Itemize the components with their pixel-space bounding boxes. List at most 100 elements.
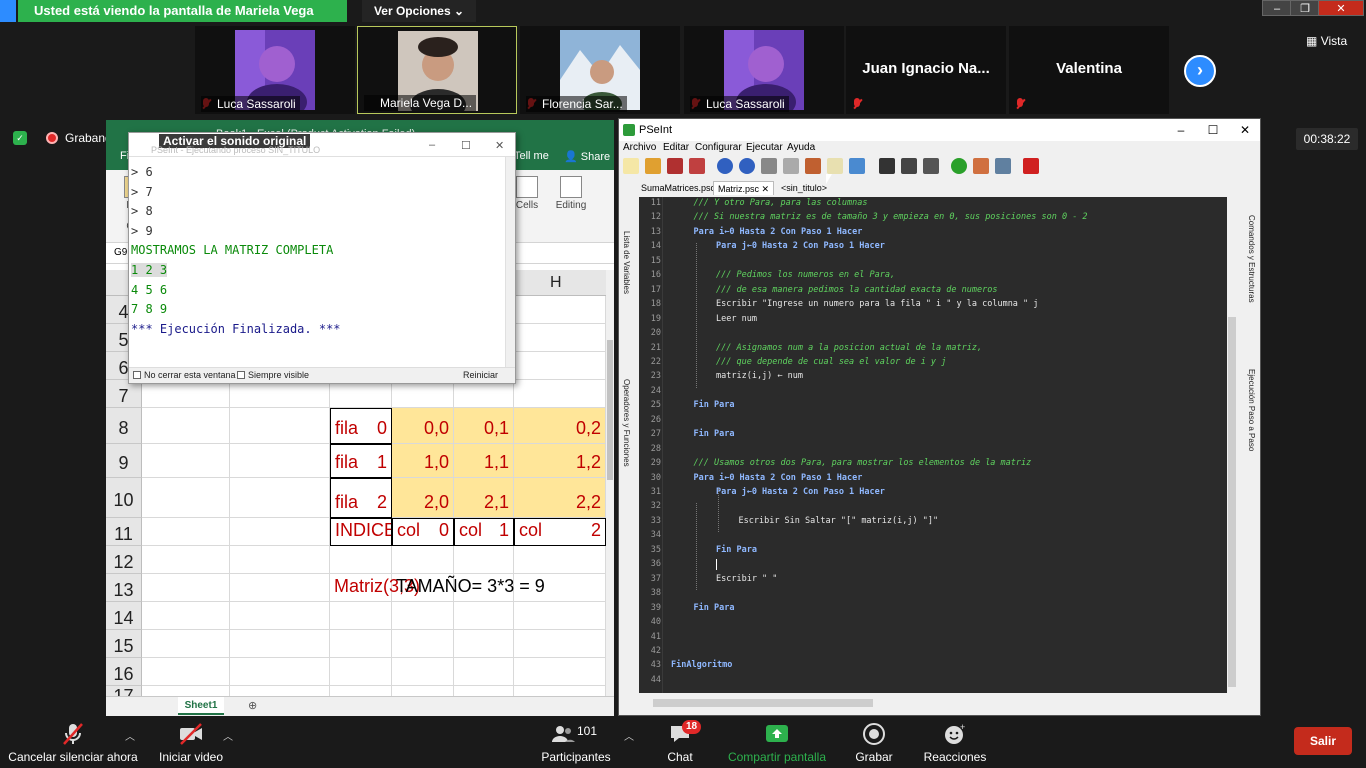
row-header[interactable]: 16 (106, 658, 142, 686)
grid-cell[interactable]: 1,1 (454, 444, 514, 478)
copy-icon[interactable] (783, 158, 799, 174)
grid-cell[interactable] (392, 686, 454, 696)
row-header[interactable]: 15 (106, 630, 142, 658)
view-options-button[interactable]: Ver Opciones ⌄ (362, 0, 476, 22)
grid-cell[interactable] (454, 380, 514, 408)
video-options-caret-icon[interactable]: ︿ (223, 728, 233, 743)
save-icon[interactable] (667, 158, 683, 174)
shield-icon[interactable]: ✓ (13, 131, 27, 145)
code-line[interactable]: Para j←0 Hasta 2 Con Paso 1 Hacer (716, 241, 885, 251)
tab-sin-titulo[interactable]: <sin_titulo> (777, 181, 831, 195)
grid-cell[interactable] (142, 518, 230, 546)
code-line[interactable]: Leer num (716, 314, 757, 324)
grid-cell[interactable] (330, 686, 392, 696)
grid-cell[interactable] (454, 546, 514, 574)
maximize-button[interactable]: ❐ (1290, 0, 1320, 16)
code-line[interactable]: Escribir " " (716, 574, 777, 584)
menu-ayuda[interactable]: Ayuda (787, 142, 815, 153)
grid-cell[interactable] (230, 478, 330, 518)
new-file-icon[interactable] (623, 158, 639, 174)
editing-group[interactable]: Editing (546, 172, 596, 232)
row-header[interactable]: 8 (106, 408, 142, 444)
scroll-thumb[interactable] (653, 699, 873, 707)
minimize-button[interactable]: – (429, 139, 435, 151)
grid-cell[interactable]: 0,2 (514, 408, 606, 444)
search-icon[interactable] (879, 158, 895, 174)
row-header[interactable]: 14 (106, 602, 142, 630)
grid-cell[interactable] (392, 658, 454, 686)
open-folder-icon[interactable] (645, 158, 661, 174)
participant-tile[interactable]: Luca Sassaroli (684, 26, 844, 114)
cut-icon[interactable] (761, 158, 777, 174)
grid-cell[interactable] (230, 518, 330, 546)
always-visible-checkbox[interactable]: Siempre visible (237, 370, 309, 380)
grid-cell[interactable] (142, 686, 230, 696)
grid-cell[interactable] (142, 380, 230, 408)
grid-cell[interactable]: 1,0 (392, 444, 454, 478)
close-tab-icon[interactable]: ✕ (762, 184, 770, 194)
grid-cell[interactable] (142, 630, 230, 658)
grid-cell[interactable] (454, 658, 514, 686)
grid-cell[interactable] (330, 658, 392, 686)
paste-icon[interactable] (805, 158, 821, 174)
code-line[interactable]: /// Pedimos los numeros en el Para, (716, 270, 895, 280)
indent-icon[interactable] (827, 158, 843, 174)
grid-cell[interactable]: 0,1 (454, 408, 514, 444)
editor-vertical-scrollbar[interactable] (1227, 197, 1237, 693)
grid-cell[interactable] (142, 658, 230, 686)
grid-cell[interactable] (392, 602, 454, 630)
code-line[interactable]: Escribir Sin Saltar "[" matriz(i,j) "]" (739, 516, 939, 526)
grid-cell[interactable]: INDICES (330, 518, 392, 546)
save-as-icon[interactable] (689, 158, 705, 174)
row-header[interactable]: 17 (106, 686, 142, 696)
participant-tile-active-speaker[interactable]: Mariela Vega D... (357, 26, 517, 114)
tab-sumamatrices[interactable]: SumaMatrices.psc (637, 181, 719, 195)
tell-me-search[interactable]: Tell me (514, 150, 549, 162)
grid-cell[interactable]: col 1 (454, 518, 514, 546)
grid-cell[interactable] (142, 408, 230, 444)
share-button[interactable]: 👤 Share (564, 150, 610, 163)
grid-cell[interactable]: fila 0 (330, 408, 392, 444)
code-line[interactable]: Escribir "Ingrese un numero para la fila… (716, 299, 1038, 309)
grid-cell[interactable] (230, 380, 330, 408)
grid-cell[interactable] (514, 546, 606, 574)
view-button[interactable]: ▦ Vista (1306, 34, 1347, 48)
grid-cell[interactable]: 2,2 (514, 478, 606, 518)
operators-panel-tab[interactable]: Operadores y Funciones (622, 379, 631, 467)
code-line[interactable]: /// Asignamos num a la posicion actual d… (716, 343, 982, 353)
menu-ejecutar[interactable]: Ejecutar (746, 142, 783, 153)
leave-meeting-button[interactable]: Salir (1294, 727, 1352, 755)
name-box[interactable]: G9 (114, 247, 127, 258)
code-line[interactable]: /// de esa manera pedimos la cantidad ex… (716, 285, 997, 295)
grid-cell[interactable] (330, 602, 392, 630)
grid-cell[interactable]: col 0 (392, 518, 454, 546)
code-line[interactable]: matriz(i,j) ← num (716, 371, 803, 381)
code-line[interactable]: /// Si nuestra matriz es de tamaño 3 y e… (694, 212, 1088, 222)
record-button[interactable]: Grabar (854, 716, 894, 768)
code-line[interactable]: Para i←0 Hasta 2 Con Paso 1 Hacer (694, 473, 863, 483)
commands-panel-tab[interactable]: Comandos y Estructuras (1247, 215, 1256, 303)
grid-cell[interactable] (142, 602, 230, 630)
unmute-button[interactable]: Cancelar silenciar ahora (6, 716, 140, 768)
grid-cell[interactable] (454, 686, 514, 696)
code-line[interactable]: /// que depende de cual sea el valor de … (716, 357, 946, 367)
code-line[interactable]: Fin Para (694, 400, 735, 410)
grid-cell[interactable] (514, 380, 606, 408)
variables-panel-tab[interactable]: Lista de Variables (622, 231, 631, 294)
undo-icon[interactable] (717, 158, 733, 174)
grid-cell[interactable] (514, 324, 606, 352)
next-page-button[interactable]: › (1184, 55, 1216, 87)
close-button[interactable]: ✕ (495, 139, 504, 152)
menu-editar[interactable]: Editar (663, 142, 689, 153)
grid-cell[interactable]: 1,2 (514, 444, 606, 478)
participant-tile[interactable]: Valentina (1009, 26, 1169, 114)
row-header[interactable]: 10 (106, 478, 142, 518)
grid-cell[interactable] (514, 658, 606, 686)
menu-archivo[interactable]: Archivo (623, 142, 656, 153)
grid-cell[interactable] (330, 630, 392, 658)
participant-tile[interactable]: Juan Ignacio Na... (846, 26, 1006, 114)
view-icon[interactable] (849, 158, 865, 174)
editor-horizontal-scrollbar[interactable] (639, 697, 1227, 709)
grid-cell[interactable] (454, 602, 514, 630)
participants-caret-icon[interactable]: ︿ (624, 728, 634, 743)
